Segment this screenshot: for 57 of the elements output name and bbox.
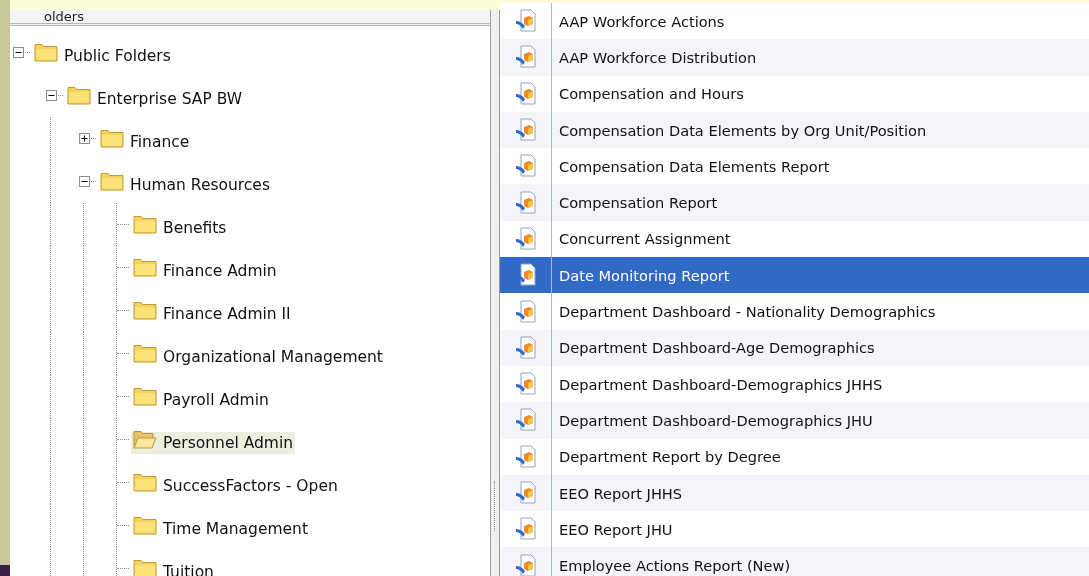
folder-icon (133, 344, 157, 363)
report-icon (514, 335, 537, 360)
report-row[interactable]: Compensation Data Elements by Org Unit/Position (500, 111, 1089, 149)
report-row[interactable]: Date Monitoring Report (500, 257, 1089, 294)
report-row[interactable]: Department Dashboard-Demographics JHU (500, 402, 1089, 439)
report-icon (514, 118, 537, 143)
tree-item[interactable]: Public Folders (32, 44, 173, 67)
report-icon (514, 9, 537, 34)
collapse-toggle[interactable] (79, 176, 90, 187)
panel-header: olders (10, 10, 490, 26)
collapse-toggle[interactable] (46, 90, 57, 101)
tree-item[interactable]: Time Management (131, 517, 310, 540)
open-folder-icon (133, 430, 157, 449)
folder-icon (133, 559, 157, 576)
report-row[interactable]: Employee Actions Report (New) (500, 547, 1089, 576)
report-icon (514, 226, 537, 251)
expand-toggle[interactable] (79, 133, 90, 144)
report-icon (514, 299, 537, 324)
report-icon (514, 190, 537, 215)
folder-icon (133, 516, 157, 535)
report-row[interactable]: Department Dashboard-Age Demographics (500, 329, 1089, 366)
report-icon (514, 444, 537, 469)
tree-item[interactable]: Benefits (131, 216, 229, 239)
report-icon (514, 408, 537, 433)
tree-item[interactable]: Enterprise SAP BW (65, 87, 245, 110)
folder-icon (133, 258, 157, 277)
tree-item[interactable]: SuccessFactors - Open (131, 474, 340, 497)
corner-block (0, 565, 10, 576)
tree-item[interactable]: Finance (98, 130, 192, 153)
folder-icon (133, 473, 157, 492)
folder-icon (67, 86, 91, 105)
folder-icon (133, 387, 157, 406)
folder-icon (100, 129, 124, 148)
report-icon (514, 263, 537, 288)
report-icon (514, 372, 537, 397)
report-icon (514, 553, 537, 576)
collapse-toggle[interactable] (13, 47, 24, 58)
report-icon (514, 481, 537, 505)
report-icon (514, 81, 537, 106)
folder-icon (34, 43, 58, 62)
report-row[interactable]: AAP Workforce Actions (500, 3, 1089, 40)
tree-item[interactable]: Tuition (131, 560, 216, 576)
tree-item[interactable]: Finance Admin (131, 259, 279, 282)
report-icon (514, 154, 537, 179)
report-icon (514, 517, 537, 542)
tree-item[interactable]: Personnel Admin (131, 431, 296, 454)
folder-icon (100, 172, 124, 191)
report-icon (514, 45, 537, 70)
folder-icon (133, 301, 157, 320)
report-row[interactable]: Compensation Report (500, 184, 1089, 221)
tree-item[interactable]: Payroll Admin (131, 388, 271, 411)
tree-item[interactable]: Finance Admin II (131, 302, 293, 325)
report-row[interactable]: AAP Workforce Distribution (500, 39, 1089, 76)
folder-icon (133, 215, 157, 234)
tree-item[interactable]: Organizational Management (131, 345, 385, 368)
tree-item[interactable]: Human Resources (98, 173, 272, 196)
report-row[interactable]: EEO Report JHHS (500, 474, 1089, 512)
